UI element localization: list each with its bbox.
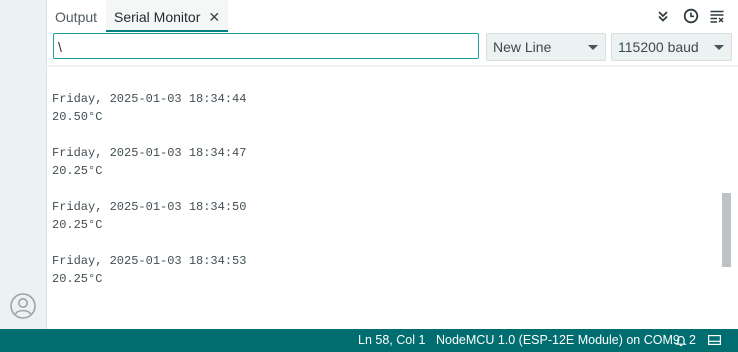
tab-output[interactable]: Output bbox=[55, 0, 97, 32]
board-port-status[interactable]: NodeMCU 1.0 (ESP-12E Module) on COM9 bbox=[436, 329, 680, 352]
tab-output-label: Output bbox=[55, 9, 98, 25]
line-ending-select[interactable]: New Line bbox=[486, 33, 606, 61]
log-line: 20.50°C bbox=[52, 110, 103, 124]
log-line: Friday, 2025-01-03 18:34:50 bbox=[52, 200, 247, 214]
close-icon[interactable]: ✕ bbox=[208, 0, 220, 34]
activity-bar bbox=[0, 0, 47, 329]
scroll-shadow bbox=[47, 65, 738, 68]
notification-count: 2 bbox=[689, 333, 696, 347]
log-line: Friday, 2025-01-03 18:34:47 bbox=[52, 146, 247, 160]
serial-toolbar: \ New Line 115200 baud bbox=[47, 32, 738, 65]
double-chevron-down-icon[interactable] bbox=[655, 8, 671, 24]
chevron-down-icon bbox=[588, 45, 598, 50]
clear-output-icon[interactable] bbox=[709, 8, 725, 24]
tab-serial-monitor-label: Serial Monitor bbox=[114, 9, 201, 25]
log-line: Friday, 2025-01-03 18:34:44 bbox=[52, 92, 247, 106]
status-bar: Ln 58, Col 1 NodeMCU 1.0 (ESP-12E Module… bbox=[0, 329, 738, 352]
account-icon[interactable] bbox=[9, 292, 37, 320]
tab-serial-monitor[interactable]: Serial Monitor ✕ bbox=[106, 0, 229, 34]
notification-icon[interactable] bbox=[675, 334, 687, 347]
line-ending-value: New Line bbox=[493, 39, 552, 55]
chevron-down-icon bbox=[714, 45, 724, 50]
scrollbar-thumb[interactable] bbox=[722, 193, 731, 267]
message-input[interactable]: \ bbox=[53, 33, 479, 59]
serial-output[interactable]: 20.50°C Friday, 2025-01-03 18:34:4420.50… bbox=[47, 65, 738, 329]
log-line: 20.25°C bbox=[52, 272, 103, 286]
panel-tab-bar: Output Serial Monitor ✕ bbox=[47, 0, 738, 32]
log-line: 20.25°C bbox=[52, 218, 103, 232]
baud-rate-select[interactable]: 115200 baud bbox=[611, 33, 732, 61]
clock-icon[interactable] bbox=[683, 8, 699, 24]
cursor-position[interactable]: Ln 58, Col 1 bbox=[358, 329, 425, 352]
log-line: 20.25°C bbox=[52, 164, 103, 178]
serial-log: 20.50°C Friday, 2025-01-03 18:34:4420.50… bbox=[52, 65, 246, 288]
baud-rate-value: 115200 baud bbox=[618, 39, 699, 55]
toggle-panel-icon[interactable] bbox=[708, 335, 721, 345]
log-line: Friday, 2025-01-03 18:34:53 bbox=[52, 254, 247, 268]
